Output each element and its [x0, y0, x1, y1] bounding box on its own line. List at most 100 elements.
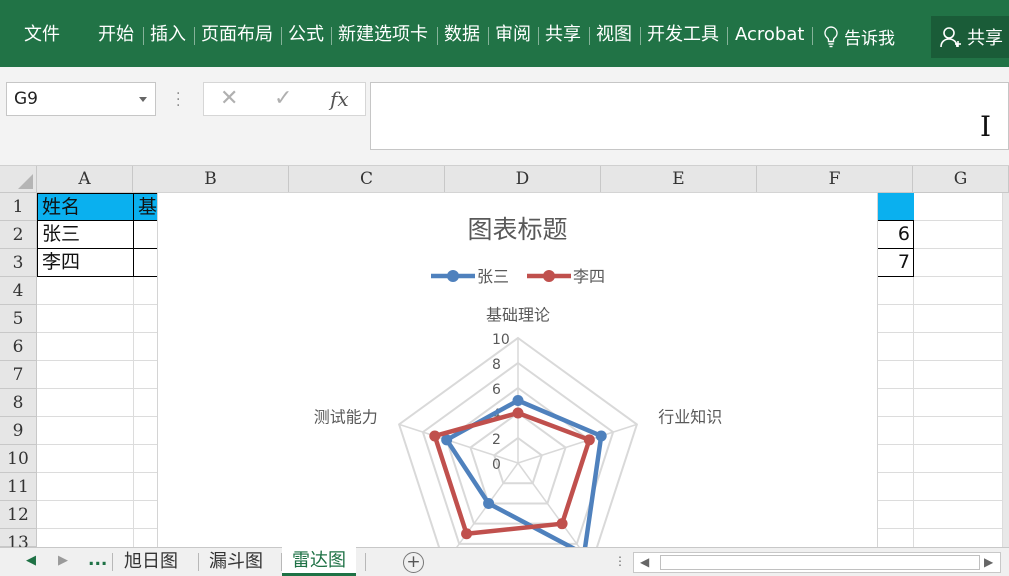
radar-category-label: 基础理论: [486, 306, 550, 325]
row-header[interactable]: 13: [0, 529, 37, 553]
chevron-down-icon[interactable]: [139, 97, 147, 102]
formula-buttons: ✕ ✓ fx: [203, 82, 366, 116]
row-header[interactable]: 2: [0, 221, 37, 249]
menu-formulas[interactable]: 公式: [288, 24, 324, 46]
radar-tick-label: 10: [492, 332, 510, 348]
scroll-left-arrow-icon[interactable]: ◀: [640, 555, 649, 569]
tab-separator: [112, 553, 113, 571]
name-box[interactable]: G9: [6, 82, 156, 116]
lightbulb-icon: [824, 25, 838, 47]
cell-a3[interactable]: 李四: [37, 248, 134, 277]
column-header-b[interactable]: B: [133, 166, 289, 193]
menu-separator: [194, 27, 195, 45]
cell-a1[interactable]: 姓名: [37, 193, 134, 221]
row-header[interactable]: 12: [0, 501, 37, 529]
function-icon[interactable]: fx: [330, 87, 349, 111]
menu-separator: [281, 27, 282, 45]
cell-f1[interactable]: [877, 193, 914, 220]
row-header[interactable]: 10: [0, 445, 37, 473]
menu-separator: [727, 27, 728, 45]
menu-acrobat[interactable]: Acrobat: [735, 24, 804, 46]
radar-point-series-1: [595, 430, 607, 442]
column-header-g[interactable]: G: [913, 166, 1009, 193]
name-box-value: G9: [14, 89, 38, 109]
tab-radar[interactable]: 雷达图: [282, 547, 356, 576]
menu-new-tab[interactable]: 新建选项卡: [338, 24, 428, 46]
menu-share[interactable]: 共享: [545, 24, 581, 46]
cancel-icon[interactable]: ✕: [220, 86, 238, 111]
tab-funnel[interactable]: 漏斗图: [199, 548, 273, 576]
scroll-thumb[interactable]: [660, 555, 980, 570]
cell-a2[interactable]: 张三: [37, 220, 134, 249]
radar-tick-label: 0: [492, 457, 501, 473]
more-sheets-button[interactable]: ...: [88, 550, 107, 570]
drag-handle-icon[interactable]: · · ·: [176, 87, 182, 113]
tell-me-box[interactable]: 告诉我: [822, 24, 895, 49]
row-header[interactable]: 11: [0, 473, 37, 501]
row-header[interactable]: 5: [0, 305, 37, 333]
radar-point-series-2: [512, 407, 524, 419]
horizontal-scrollbar[interactable]: ◀ ▶: [633, 552, 1001, 573]
legend-marker-1: [447, 270, 459, 282]
scroll-separator-icon: ⋮: [614, 554, 626, 568]
ribbon-tabs: 文件 开始 插入 页面布局 公式 新建选项卡 数据 审阅 共享 视图 开发工具 …: [0, 0, 1009, 67]
radar-category-label: 行业知识: [658, 407, 722, 426]
menu-separator: [437, 27, 438, 45]
share-button[interactable]: 共享: [931, 16, 1009, 58]
radar-tick-label: 8: [492, 357, 501, 373]
radar-point-series-2: [583, 434, 595, 446]
menu-review[interactable]: 审阅: [495, 24, 531, 46]
scroll-left-icon[interactable]: ◀: [26, 553, 36, 568]
legend-label-1: 张三: [477, 267, 509, 286]
share-label: 共享: [967, 28, 1003, 49]
row-header[interactable]: 4: [0, 277, 37, 305]
column-header-c[interactable]: C: [289, 166, 445, 193]
add-sheet-button[interactable]: +: [403, 552, 424, 573]
menu-data[interactable]: 数据: [444, 24, 480, 46]
radar-plot: 0246810基础理论行业知识测试能力张三 李四: [314, 267, 722, 547]
tell-me-label: 告诉我: [844, 29, 895, 49]
menu-insert[interactable]: 插入: [150, 24, 186, 46]
check-icon[interactable]: ✓: [274, 86, 292, 111]
text-cursor-icon: I: [980, 110, 992, 143]
vertical-scrollbar[interactable]: [1003, 193, 1009, 547]
row-header[interactable]: 7: [0, 361, 37, 389]
column-header-a[interactable]: A: [37, 166, 133, 193]
legend-label-2: 李四: [573, 267, 605, 286]
menu-separator: [488, 27, 489, 45]
row-header[interactable]: 1: [0, 193, 37, 221]
radar-chart[interactable]: 图表标题 0 2 4 6 8 10 基础理论 行业知识 测试能力 张三 李四: [157, 192, 878, 548]
cell-f3[interactable]: 7: [877, 248, 914, 277]
radar-point-series-2: [556, 518, 568, 530]
row-header[interactable]: 3: [0, 249, 37, 277]
menu-developer[interactable]: 开发工具: [647, 24, 719, 46]
tab-sunburst[interactable]: 旭日图: [114, 548, 188, 576]
menu-separator: [538, 27, 539, 45]
column-header-f[interactable]: F: [757, 166, 913, 193]
select-all-triangle: [18, 174, 33, 189]
radar-category-label: 测试能力: [314, 407, 378, 426]
radar-tick-label: 2: [492, 432, 501, 448]
legend-marker-2: [543, 270, 555, 282]
column-header-d[interactable]: D: [445, 166, 601, 193]
formula-input[interactable]: [370, 82, 1009, 150]
menu-separator: [812, 27, 813, 45]
excel-window: 文件 开始 插入 页面布局 公式 新建选项卡 数据 审阅 共享 视图 开发工具 …: [0, 0, 1009, 576]
formula-bar: G9 · · · ✕ ✓ fx: [0, 67, 1009, 166]
cell-f2[interactable]: 6: [877, 220, 914, 249]
user-icon: [940, 27, 961, 48]
menu-view[interactable]: 视图: [596, 24, 632, 46]
select-all-button[interactable]: [0, 166, 37, 193]
menu-separator: [589, 27, 590, 45]
row-header[interactable]: 9: [0, 417, 37, 445]
sheet-tab-bar: ◀ ▶ ... 旭日图 漏斗图 雷达图 + ⋮ ◀ ▶: [0, 547, 1009, 576]
menu-home[interactable]: 开始: [98, 24, 134, 46]
menu-file[interactable]: 文件: [24, 24, 60, 46]
row-header[interactable]: 6: [0, 333, 37, 361]
radar-tick-label: 6: [492, 382, 501, 398]
menu-page-layout[interactable]: 页面布局: [201, 24, 273, 46]
scroll-right-arrow-icon[interactable]: ▶: [984, 555, 993, 569]
scroll-right-icon[interactable]: ▶: [58, 553, 68, 568]
row-header[interactable]: 8: [0, 389, 37, 417]
column-header-e[interactable]: E: [601, 166, 757, 193]
